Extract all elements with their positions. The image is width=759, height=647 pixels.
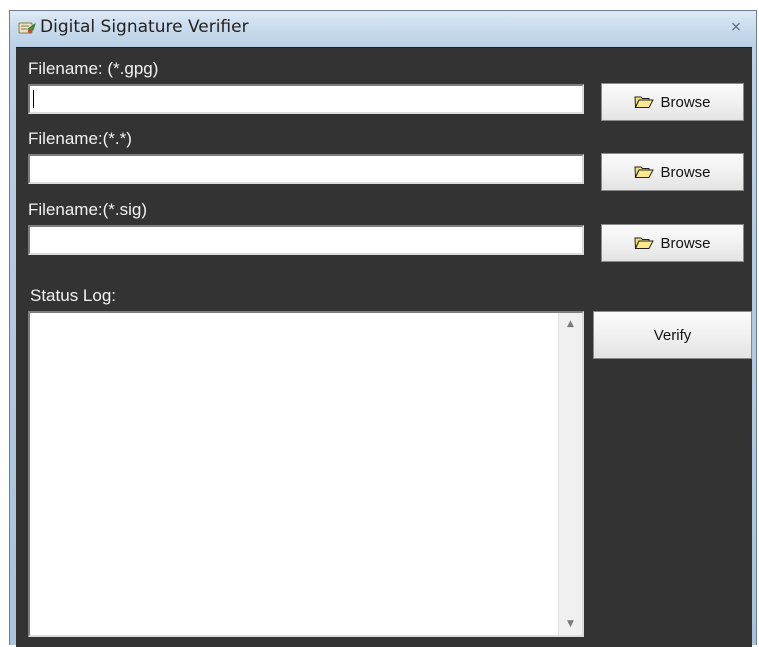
browse-any-button[interactable]: Browse	[601, 153, 744, 191]
verify-button-label: Verify	[653, 326, 692, 344]
close-icon[interactable]: ⨯	[724, 17, 748, 37]
status-log-content	[30, 313, 582, 321]
any-file-label: Filename:(*.*)	[28, 129, 132, 148]
window-title: Digital Signature Verifier	[40, 17, 249, 37]
browse-sig-button[interactable]: Browse	[601, 224, 744, 262]
folder-open-icon	[634, 236, 655, 250]
browse-gpg-button[interactable]: Browse	[601, 83, 744, 121]
browse-button-label: Browse	[660, 93, 711, 111]
status-log-label: Status Log:	[30, 286, 117, 305]
verify-button[interactable]: Verify	[593, 311, 752, 359]
gpg-file-label: Filename: (*.gpg)	[28, 59, 159, 78]
sig-file-input[interactable]	[28, 225, 584, 255]
certificate-icon	[18, 20, 36, 36]
browse-button-label: Browse	[660, 163, 711, 181]
sig-file-label: Filename:(*.sig)	[28, 200, 148, 219]
any-file-input[interactable]	[28, 154, 584, 184]
status-log-scrollbar[interactable]: ▲ ▼	[558, 313, 582, 635]
text-caret	[33, 90, 34, 108]
gpg-file-input[interactable]	[28, 84, 584, 114]
scroll-up-arrow-icon[interactable]: ▲	[559, 315, 582, 333]
scroll-down-arrow-icon[interactable]: ▼	[559, 615, 582, 633]
folder-open-icon	[634, 95, 655, 109]
browse-button-label: Browse	[660, 234, 711, 252]
status-log-textarea[interactable]: ▲ ▼	[28, 311, 584, 637]
folder-open-icon	[634, 165, 655, 179]
app-window: Digital Signature Verifier ⨯ Filename: (…	[9, 10, 757, 647]
title-bar[interactable]: Digital Signature Verifier ⨯	[10, 11, 756, 45]
dialog-body: Filename: (*.gpg) Browse Filename:(*.*)	[16, 47, 752, 647]
